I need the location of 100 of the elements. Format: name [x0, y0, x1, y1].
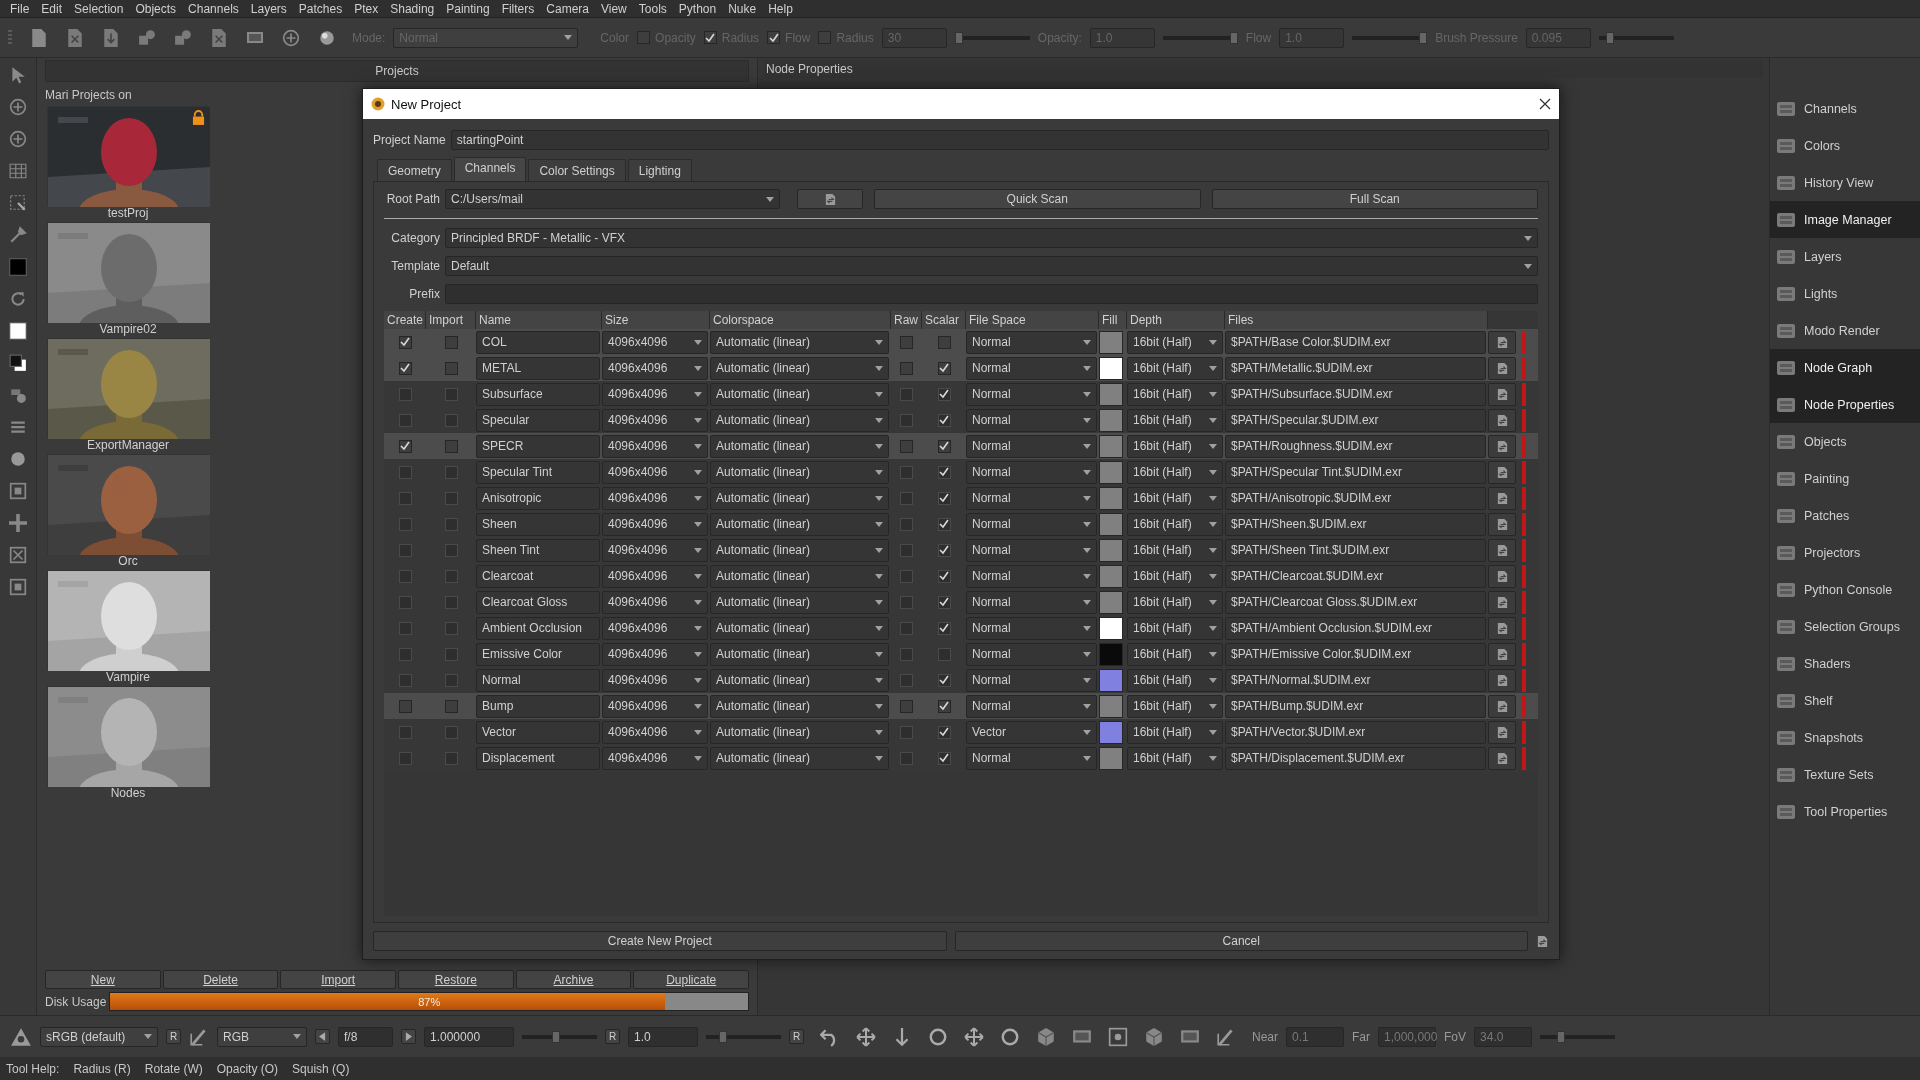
menu-item[interactable]: Layers	[244, 1, 293, 16]
size-dropdown[interactable]: 4096x4096	[602, 486, 708, 510]
file-space-dropdown[interactable]: Normal	[966, 382, 1097, 406]
slider-thumb[interactable]	[954, 31, 963, 44]
project-name[interactable]: Orc	[118, 554, 138, 570]
panel-tab[interactable]: History View	[1770, 164, 1920, 201]
colorspace-dropdown[interactable]: Automatic (linear)	[710, 616, 889, 640]
size-dropdown[interactable]: 4096x4096	[602, 434, 708, 458]
checkbox[interactable]	[703, 31, 717, 44]
checkbox[interactable]	[937, 621, 951, 635]
checkbox[interactable]	[900, 569, 913, 583]
table-row[interactable]: Bump 4096x4096 Automatic (linear) Normal 16bit (Half) $PATH/Bump.$UDIM.exr	[384, 693, 1538, 719]
brush-gear-icon[interactable]	[9, 386, 27, 404]
menu-item[interactable]: Painting	[440, 1, 496, 16]
checkbox[interactable]	[900, 751, 913, 765]
checkbox[interactable]	[900, 387, 913, 401]
move-icon[interactable]	[856, 1026, 876, 1047]
slider-thumb[interactable]	[552, 1030, 561, 1043]
fill-swatch[interactable]	[1099, 460, 1123, 484]
panel-tab[interactable]: Lights	[1770, 275, 1920, 312]
panel-tab[interactable]: Painting	[1770, 460, 1920, 497]
create-project-button[interactable]: Create New Project	[373, 931, 947, 951]
checkbox[interactable]	[937, 595, 951, 609]
size-dropdown[interactable]: 4096x4096	[602, 408, 708, 432]
table-row[interactable]: COL 4096x4096 Automatic (linear) Normal 16bit (Half) $PATH/Base Color.$UDIM.exr	[384, 329, 1538, 355]
panel-tab[interactable]: Projectors	[1770, 534, 1920, 571]
menu-item[interactable]: Tools	[632, 1, 673, 16]
depth-dropdown[interactable]: 16bit (Half)	[1127, 486, 1223, 510]
document-arrow-icon[interactable]	[102, 28, 120, 47]
checkbox[interactable]	[937, 361, 951, 375]
lines-icon[interactable]	[9, 418, 27, 436]
next-button[interactable]	[401, 1029, 416, 1044]
checkbox[interactable]	[398, 647, 412, 661]
panel-tab[interactable]: Patches	[1770, 497, 1920, 534]
depth-dropdown[interactable]: 16bit (Half)	[1127, 512, 1223, 536]
gamma-field[interactable]: 1.0	[628, 1026, 698, 1047]
depth-dropdown[interactable]: 16bit (Half)	[1127, 460, 1223, 484]
checkbox[interactable]	[444, 725, 458, 739]
browse-button[interactable]	[1488, 590, 1516, 614]
project-name-field[interactable]: startingPoint	[450, 130, 1549, 150]
file-space-dropdown[interactable]: Normal	[966, 512, 1097, 536]
menu-item[interactable]: View	[595, 1, 633, 16]
file-space-dropdown[interactable]: Normal	[966, 746, 1097, 770]
depth-dropdown[interactable]: 16bit (Half)	[1127, 642, 1223, 666]
checkbox[interactable]	[937, 465, 951, 479]
depth-dropdown[interactable]: 16bit (Half)	[1127, 564, 1223, 588]
size-dropdown[interactable]: 4096x4096	[602, 382, 708, 406]
checkbox[interactable]	[900, 491, 913, 505]
checkbox[interactable]	[444, 647, 458, 661]
colorspace-dropdown[interactable]: Automatic (linear)	[710, 434, 889, 458]
menu-item[interactable]: Patches	[292, 1, 349, 16]
size-dropdown[interactable]: 4096x4096	[602, 564, 708, 588]
checkbox[interactable]	[937, 647, 951, 661]
size-dropdown[interactable]: 4096x4096	[602, 746, 708, 770]
checkbox[interactable]	[900, 361, 913, 375]
checkbox[interactable]	[937, 413, 951, 427]
depth-dropdown[interactable]: 16bit (Half)	[1127, 408, 1223, 432]
exposure-field[interactable]: 1.000000	[424, 1026, 514, 1047]
quick-scan-button[interactable]: Quick Scan	[874, 189, 1201, 209]
browse-button[interactable]	[1488, 538, 1516, 562]
circle-plus-icon[interactable]	[9, 130, 27, 148]
checkbox[interactable]	[444, 543, 458, 557]
checkbox[interactable]	[937, 569, 951, 583]
colorspace-dropdown[interactable]: Automatic (linear)	[710, 564, 889, 588]
size-dropdown[interactable]: 4096x4096	[602, 590, 708, 614]
browse-button[interactable]	[1488, 564, 1516, 588]
ring-icon[interactable]	[1000, 1026, 1020, 1047]
shapes-icon[interactable]	[174, 28, 192, 47]
depth-dropdown[interactable]: 16bit (Half)	[1127, 668, 1223, 692]
name-field[interactable]: COL	[476, 330, 600, 354]
checkbox[interactable]	[398, 595, 412, 609]
previous-button[interactable]	[315, 1029, 330, 1044]
cube-icon[interactable]	[1144, 1026, 1164, 1047]
fill-swatch[interactable]	[1099, 668, 1123, 692]
checkbox[interactable]	[444, 595, 458, 609]
eyedropper-icon[interactable]	[9, 226, 27, 244]
colorspace-dropdown[interactable]: Automatic (linear)	[710, 642, 889, 666]
checkbox[interactable]	[767, 31, 781, 44]
fill-swatch[interactable]	[1099, 512, 1123, 536]
checkbox[interactable]	[900, 439, 913, 453]
move-icon[interactable]	[964, 1026, 984, 1047]
file-space-dropdown[interactable]: Normal	[966, 434, 1097, 458]
name-field[interactable]: Emissive Color	[476, 642, 600, 666]
panel-tab[interactable]: Python Console	[1770, 571, 1920, 608]
slider-thumb[interactable]	[1556, 1030, 1565, 1043]
tab[interactable]: Geometry	[377, 159, 452, 181]
fill-swatch[interactable]	[1099, 564, 1123, 588]
checkbox[interactable]	[444, 439, 458, 453]
file-space-dropdown[interactable]: Normal	[966, 538, 1097, 562]
checkbox[interactable]	[444, 335, 458, 349]
file-space-dropdown[interactable]: Normal	[966, 668, 1097, 692]
panel-tab[interactable]: Objects	[1770, 423, 1920, 460]
panel-tab[interactable]: Image Manager	[1770, 201, 1920, 238]
colorspace-dropdown[interactable]: Automatic (linear)	[710, 746, 889, 770]
checkbox[interactable]	[937, 517, 951, 531]
menu-item[interactable]: Channels	[182, 1, 245, 16]
checkbox[interactable]	[398, 361, 412, 375]
tab[interactable]: Channels	[453, 157, 527, 181]
file-path-field[interactable]: $PATH/Bump.$UDIM.exr	[1225, 694, 1486, 718]
file-path-field[interactable]: $PATH/Normal.$UDIM.exr	[1225, 668, 1486, 692]
